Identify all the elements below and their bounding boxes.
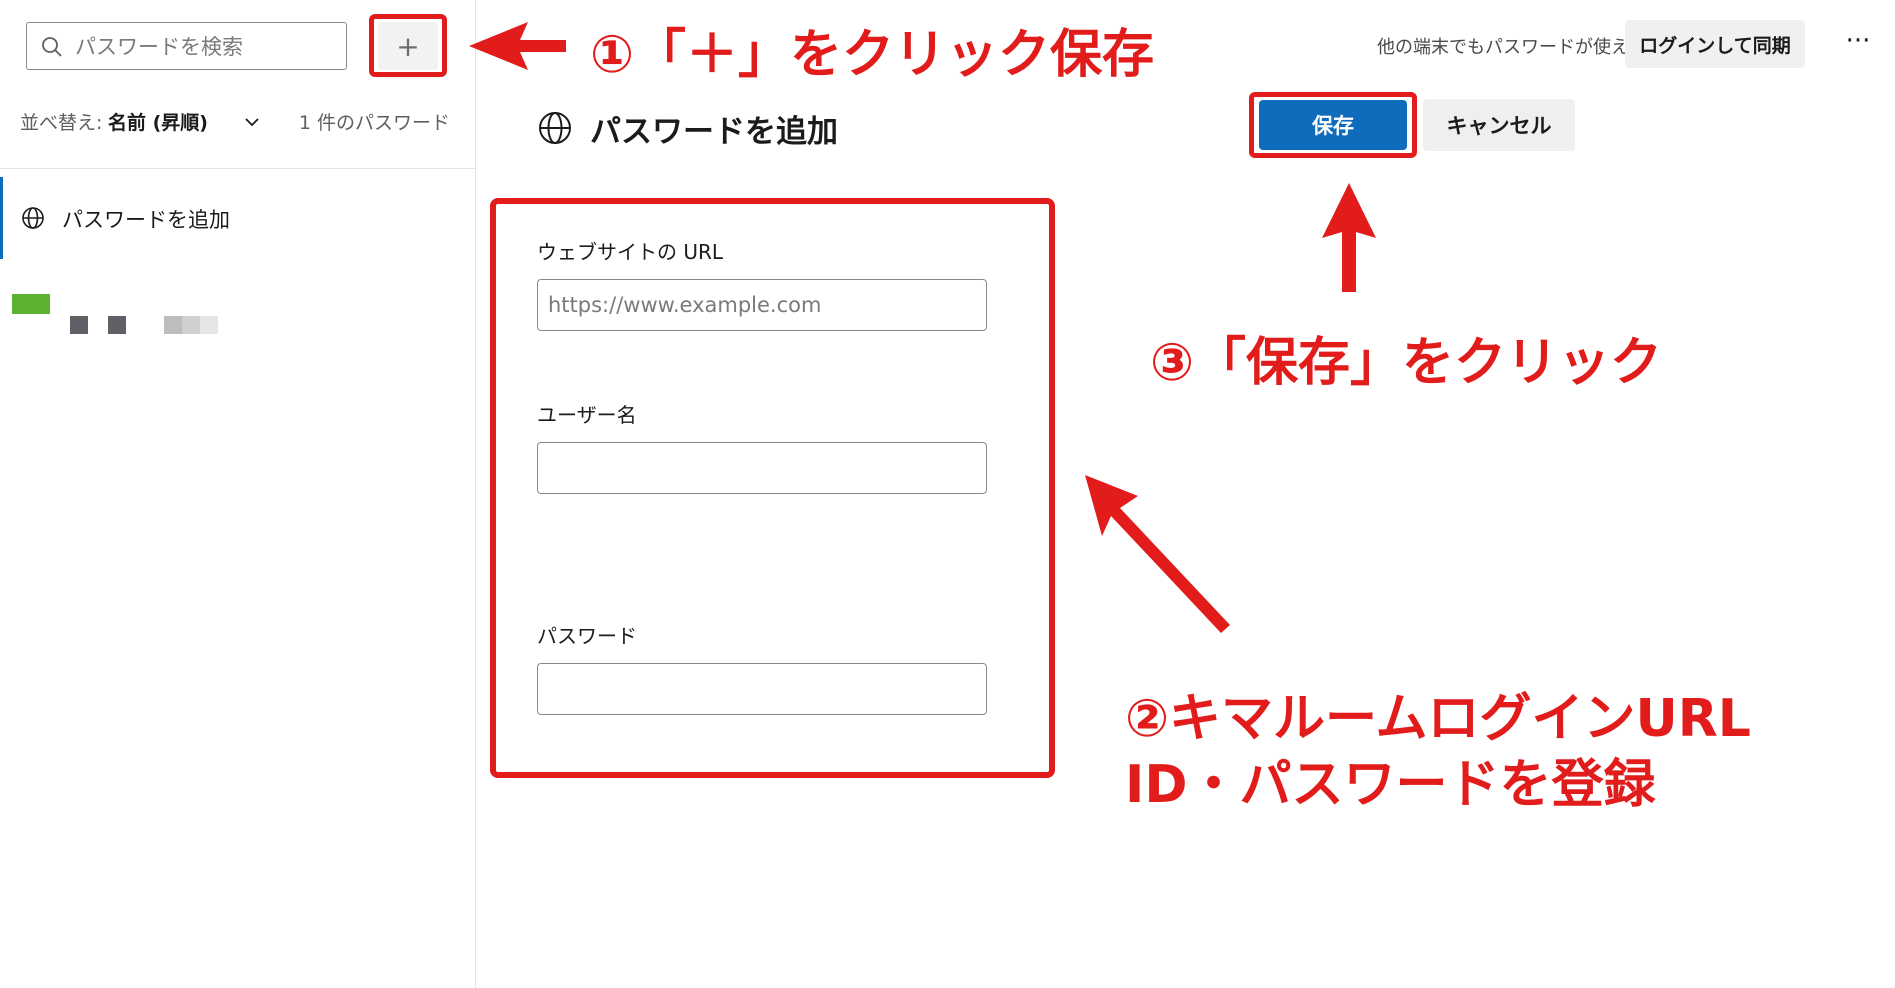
selection-indicator (0, 177, 3, 259)
blurred-saved-entry[interactable] (12, 294, 232, 334)
sidebar-item-add-password[interactable]: パスワードを追加 (0, 177, 475, 259)
annotation-step1: ①「＋」をクリック保存 (590, 25, 1155, 85)
highlight-save-button (1249, 92, 1417, 158)
arrow-left-icon (469, 22, 566, 70)
password-count: 1 件のパスワード (298, 112, 450, 134)
arrow-diagonal-icon (1085, 475, 1230, 633)
globe-icon (539, 112, 571, 144)
annotation-step2-line2: ID・パスワードを登録 (1125, 755, 1656, 815)
globe-icon (22, 207, 44, 229)
annotation-step2-line1: ②キマルームログインURL (1125, 689, 1751, 749)
sort-dropdown[interactable]: 名前 (昇順) (108, 108, 208, 135)
sort-label: 並べ替え: (20, 112, 103, 134)
more-options-icon[interactable]: ··· (1838, 26, 1878, 62)
search-box[interactable] (26, 22, 347, 71)
page-title: パスワードを追加 (590, 114, 838, 150)
sidebar: + 並べ替え: 名前 (昇順) 1 件のパスワード パスワードを追加 (0, 0, 476, 988)
sidebar-item-label: パスワードを追加 (62, 208, 230, 232)
highlight-form (490, 198, 1055, 778)
highlight-add-button (369, 14, 447, 77)
login-sync-button[interactable]: ログインして同期 (1625, 20, 1805, 68)
cancel-button[interactable]: キャンセル (1423, 99, 1575, 151)
search-icon (42, 37, 62, 57)
search-input[interactable] (73, 23, 342, 71)
sync-hint: 他の端末でもパスワードが使える (1377, 37, 1647, 58)
annotation-step3: ③「保存」をクリック (1150, 333, 1663, 393)
chevron-down-icon[interactable] (242, 112, 262, 132)
divider (0, 168, 475, 169)
sort-row: 並べ替え: 名前 (昇順) 1 件のパスワード (20, 106, 450, 136)
arrow-up-icon (1322, 183, 1376, 292)
